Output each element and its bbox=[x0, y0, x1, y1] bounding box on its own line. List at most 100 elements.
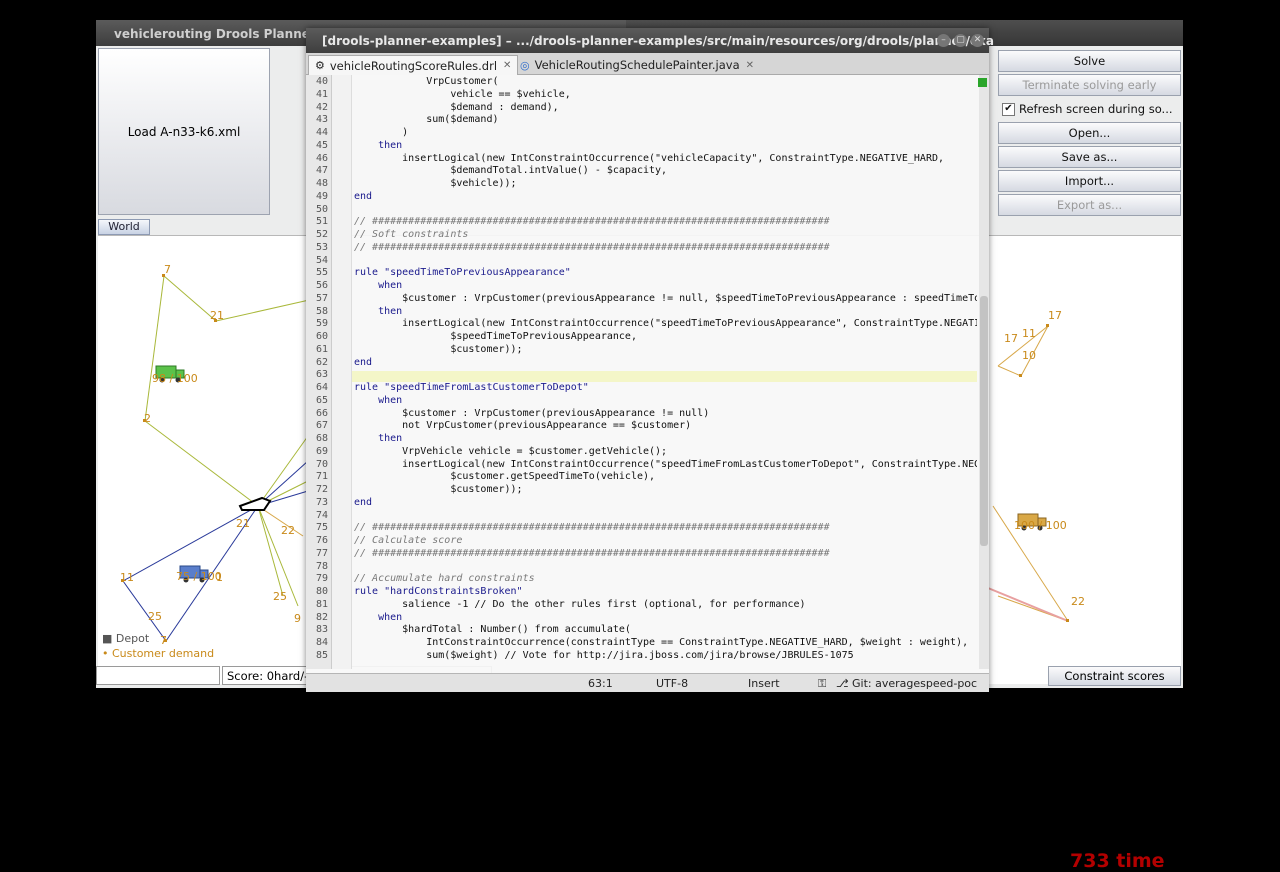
customer-label: 11 bbox=[1022, 327, 1036, 340]
insert-mode: Insert bbox=[748, 677, 780, 690]
lock-icon: ⚿ bbox=[818, 677, 827, 690]
code-area[interactable]: VrpCustomer( vehicle == $vehicle, $deman… bbox=[352, 75, 977, 669]
code-line: $hardTotal : Number() from accumulate( bbox=[354, 624, 631, 636]
code-line: insertLogical(new IntConstraintOccurrenc… bbox=[354, 152, 945, 164]
truck-load-label: 100 / 100 bbox=[1014, 519, 1067, 532]
customer-label: 21 bbox=[210, 309, 224, 322]
save-as-button[interactable]: Save as... bbox=[998, 146, 1181, 168]
customer-label: 25 bbox=[273, 590, 287, 603]
editor-title: [drools-planner-examples] – .../drools-p… bbox=[322, 34, 994, 48]
import-button[interactable]: Import... bbox=[998, 170, 1181, 192]
code-line: $customer : VrpCustomer(previousAppearan… bbox=[354, 407, 710, 419]
line-number: 58 bbox=[315, 305, 328, 317]
line-number: 55 bbox=[315, 267, 328, 279]
constraint-scores-button[interactable]: Constraint scores bbox=[1048, 666, 1181, 686]
code-line: // #####################################… bbox=[354, 216, 830, 228]
line-number: 65 bbox=[315, 394, 328, 406]
code-line: // #####################################… bbox=[354, 522, 830, 534]
code-line: $customer)); bbox=[354, 343, 523, 355]
code-line: IntConstraintOccurrence(constraintType =… bbox=[354, 637, 969, 648]
checkbox-checked-icon[interactable]: ✔ bbox=[1002, 102, 1015, 116]
line-number: 63 bbox=[315, 369, 328, 381]
terminate-solving-button[interactable]: Terminate solving early bbox=[998, 74, 1181, 96]
line-number: 75 bbox=[315, 522, 328, 534]
line-number: 78 bbox=[315, 560, 328, 572]
customer-label: 17 bbox=[1004, 332, 1018, 345]
line-number: 57 bbox=[315, 292, 328, 304]
code-line: when bbox=[354, 611, 403, 623]
code-line: not VrpCustomer(previousAppearance == $c… bbox=[354, 420, 692, 432]
minimize-icon[interactable]: – bbox=[937, 34, 950, 47]
line-number: 61 bbox=[315, 343, 328, 355]
line-number: 53 bbox=[315, 241, 328, 253]
line-number: 44 bbox=[315, 127, 328, 138]
customer-label: 9 bbox=[294, 612, 301, 625]
fold-gutter bbox=[332, 75, 352, 669]
open-button[interactable]: Open... bbox=[998, 122, 1181, 144]
line-number: 83 bbox=[315, 624, 328, 636]
line-number: 42 bbox=[315, 101, 328, 113]
code-line: // Calculate score bbox=[354, 535, 463, 546]
tab-vehicle-routing-score-rules[interactable]: ⚙ vehicleRoutingScoreRules.drl ✕ bbox=[308, 55, 519, 75]
code-line: VrpVehicle vehicle = $customer.getVehicl… bbox=[354, 445, 668, 457]
refresh-screen-checkbox[interactable]: ✔ Refresh screen during so... bbox=[998, 98, 1181, 120]
code-line: $demand : demand), bbox=[354, 101, 559, 113]
code-line: then bbox=[354, 305, 403, 317]
customer-label: 7 bbox=[160, 634, 167, 647]
code-line: $speedTimeToPreviousAppearance, bbox=[354, 331, 637, 342]
customer-label: 7 bbox=[164, 263, 171, 276]
code-line: $demandTotal.intValue() - $capacity, bbox=[354, 165, 668, 177]
line-number: 76 bbox=[315, 535, 328, 546]
solve-button[interactable]: Solve bbox=[998, 50, 1181, 72]
refresh-label: Refresh screen during so... bbox=[1019, 102, 1173, 116]
line-number: 70 bbox=[315, 458, 328, 470]
line-number-gutter: 40 41 42 43 44 45 46 47 48 49 50 51 52 53 54 55 56 57 58 59… bbox=[306, 75, 332, 669]
customer-label: 21 bbox=[236, 517, 250, 530]
line-number: 73 bbox=[315, 496, 328, 508]
line-number: 79 bbox=[315, 573, 328, 585]
line-number: 69 bbox=[315, 445, 328, 457]
drl-file-icon: ⚙ bbox=[315, 59, 325, 72]
close-icon[interactable]: ✕ bbox=[971, 34, 984, 47]
line-number: 40 bbox=[315, 76, 328, 87]
line-number: 81 bbox=[315, 598, 328, 610]
line-number: 60 bbox=[315, 331, 328, 342]
scrollbar-thumb[interactable] bbox=[980, 296, 988, 546]
java-file-icon: ◎ bbox=[520, 58, 530, 72]
line-number: 41 bbox=[315, 88, 328, 100]
export-as-button[interactable]: Export as... bbox=[998, 194, 1181, 216]
line-number: 85 bbox=[315, 649, 328, 661]
maximize-icon[interactable]: ▢ bbox=[954, 34, 967, 47]
code-line: when bbox=[354, 280, 403, 291]
tab-world[interactable]: World bbox=[98, 219, 150, 235]
file-encoding[interactable]: UTF-8 bbox=[656, 677, 688, 690]
line-number: 82 bbox=[315, 611, 328, 623]
line-number: 51 bbox=[315, 216, 328, 228]
tab-close-icon[interactable]: ✕ bbox=[503, 60, 511, 71]
customer-label: 22 bbox=[281, 524, 295, 537]
route-lines-green bbox=[144, 275, 319, 607]
code-line: when bbox=[354, 394, 403, 406]
line-number: 59 bbox=[315, 318, 328, 330]
code-line: // Soft constraints bbox=[354, 229, 469, 240]
line-number: 64 bbox=[315, 382, 328, 393]
git-branch[interactable]: Git: averagespeed-poc bbox=[852, 677, 977, 690]
tab-vehicle-routing-schedule-painter[interactable]: ◎ VehicleRoutingSchedulePainter.java ✕ bbox=[514, 55, 760, 75]
line-number: 48 bbox=[315, 178, 328, 189]
customer-label: 17 bbox=[1048, 309, 1062, 322]
customer-label: 22 bbox=[1071, 595, 1085, 608]
code-line: end bbox=[354, 356, 373, 368]
elapsed-time-label: 733 time bbox=[1070, 850, 1165, 872]
code-line: rule "speedTimeToPreviousAppearance" bbox=[354, 267, 571, 279]
route-line-red bbox=[987, 587, 1069, 622]
load-dataset-button[interactable]: Load A-n33-k6.xml bbox=[98, 48, 270, 215]
line-number: 77 bbox=[315, 547, 328, 559]
line-number: 74 bbox=[315, 509, 328, 521]
status-field bbox=[96, 666, 220, 685]
code-line: rule "hardConstraintsBroken" bbox=[354, 586, 523, 597]
code-line: then bbox=[354, 139, 403, 151]
line-number: 45 bbox=[315, 139, 328, 151]
code-line: $customer)); bbox=[354, 484, 523, 495]
customer-label: 25 bbox=[148, 610, 162, 623]
tab-close-icon[interactable]: ✕ bbox=[746, 60, 754, 71]
